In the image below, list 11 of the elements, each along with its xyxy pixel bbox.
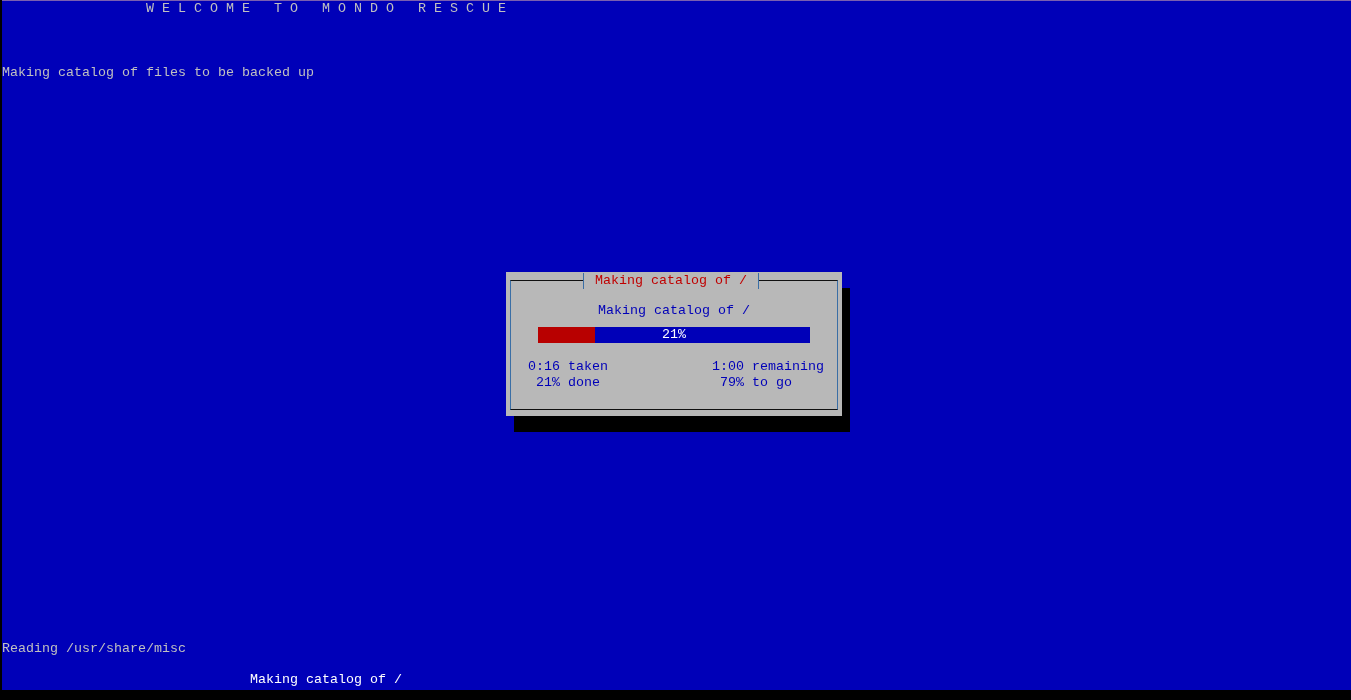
progress-caption: Making catalog of / xyxy=(250,672,402,688)
progress-percent: 21% xyxy=(662,327,686,343)
stat-text: 79% to go xyxy=(720,375,792,391)
stat-text: 1:00 remaining xyxy=(712,359,824,375)
stat-text: 21% done xyxy=(535,375,600,391)
dialog-title: Making catalog of / xyxy=(583,273,759,289)
dialog-message: Making catalog of / xyxy=(598,303,750,319)
log-text: Reading /usr/share/misc xyxy=(2,640,186,656)
screen-title: W E L C O M E T O M O N D O R E S C U E xyxy=(146,1,506,17)
stat-text: 0:16 taken xyxy=(528,359,608,375)
status-text: Making catalog of files to be backed up xyxy=(2,64,314,80)
